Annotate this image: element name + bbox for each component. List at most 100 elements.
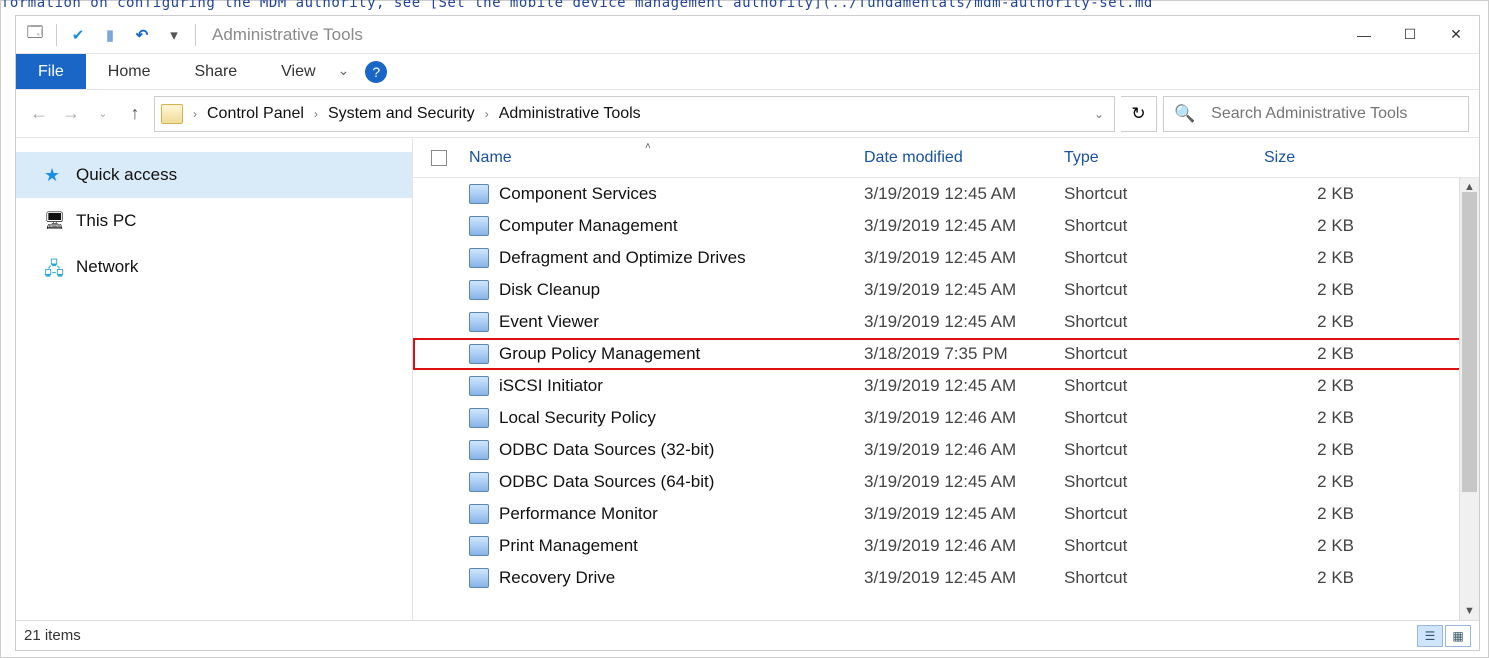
breadcrumb-seg[interactable]: Control Panel: [205, 104, 306, 124]
address-bar-row: ← → ⌄ ↑ › Control Panel › System and Sec…: [16, 90, 1479, 138]
file-name: ODBC Data Sources (64-bit): [499, 472, 864, 492]
tab-view[interactable]: View: [259, 54, 337, 89]
file-name: Computer Management: [499, 216, 864, 236]
file-date: 3/19/2019 12:45 AM: [864, 280, 1064, 300]
file-row[interactable]: ODBC Data Sources (32-bit)3/19/2019 12:4…: [413, 434, 1479, 466]
file-row[interactable]: ODBC Data Sources (64-bit)3/19/2019 12:4…: [413, 466, 1479, 498]
nav-quick-access[interactable]: ★ Quick access: [16, 152, 412, 198]
shortcut-icon: [469, 472, 489, 492]
body: ★ Quick access 🖥 This PC 🖧 Network ˄ Nam…: [16, 138, 1479, 620]
shortcut-icon: [469, 536, 489, 556]
tab-home[interactable]: Home: [86, 54, 173, 89]
location-icon: [161, 104, 183, 124]
back-button[interactable]: ←: [26, 101, 52, 127]
customize-qat-icon[interactable]: ▾: [163, 24, 185, 46]
quick-access-toolbar: 🗔 ✔ ▮ ↶ ▾: [16, 24, 204, 46]
file-row[interactable]: Recovery Drive3/19/2019 12:45 AMShortcut…: [413, 562, 1479, 594]
search-box[interactable]: 🔍: [1163, 96, 1469, 132]
ribbon-tabs: File Home Share View ⌄ ?: [16, 54, 1479, 90]
maximize-button[interactable]: ☐: [1387, 20, 1433, 50]
file-date: 3/19/2019 12:45 AM: [864, 568, 1064, 588]
file-row[interactable]: Computer Management3/19/2019 12:45 AMSho…: [413, 210, 1479, 242]
file-row[interactable]: iSCSI Initiator3/19/2019 12:45 AMShortcu…: [413, 370, 1479, 402]
sort-asc-icon: ˄: [645, 141, 651, 152]
refresh-button[interactable]: ↻: [1121, 96, 1157, 132]
address-bar[interactable]: › Control Panel › System and Security › …: [154, 96, 1115, 132]
file-size: 2 KB: [1264, 280, 1364, 300]
file-type: Shortcut: [1064, 472, 1264, 492]
tab-file[interactable]: File: [16, 54, 86, 89]
chevron-right-icon[interactable]: ›: [189, 107, 201, 121]
scrollbar[interactable]: ▲ ▼: [1459, 178, 1479, 620]
recent-locations-icon[interactable]: ⌄: [90, 101, 116, 127]
column-type[interactable]: Type: [1064, 149, 1264, 167]
file-name: iSCSI Initiator: [499, 376, 864, 396]
column-headers: ˄ Name Date modified Type Size: [413, 138, 1479, 178]
close-button[interactable]: ✕: [1433, 20, 1479, 50]
icons-view-button[interactable]: ▦: [1445, 625, 1471, 647]
file-row[interactable]: Local Security Policy3/19/2019 12:46 AMS…: [413, 402, 1479, 434]
file-date: 3/19/2019 12:46 AM: [864, 408, 1064, 428]
file-row[interactable]: Group Policy Management3/18/2019 7:35 PM…: [413, 338, 1479, 370]
breadcrumb-seg[interactable]: System and Security: [326, 104, 477, 124]
nav-this-pc[interactable]: 🖥 This PC: [16, 198, 412, 244]
expand-ribbon-icon[interactable]: ⌄: [338, 62, 350, 89]
file-size: 2 KB: [1264, 504, 1364, 524]
undo-icon[interactable]: ↶: [131, 24, 153, 46]
file-size: 2 KB: [1264, 344, 1364, 364]
file-name: Performance Monitor: [499, 504, 864, 524]
tab-share[interactable]: Share: [172, 54, 259, 89]
details-view-button[interactable]: ☰: [1417, 625, 1443, 647]
file-row[interactable]: Performance Monitor3/19/2019 12:45 AMSho…: [413, 498, 1479, 530]
file-size: 2 KB: [1264, 440, 1364, 460]
shortcut-icon: [469, 216, 489, 236]
file-type: Shortcut: [1064, 280, 1264, 300]
file-type: Shortcut: [1064, 312, 1264, 332]
file-row[interactable]: Defragment and Optimize Drives3/19/2019 …: [413, 242, 1479, 274]
up-button[interactable]: ↑: [122, 101, 148, 127]
nav-label: Quick access: [76, 165, 177, 185]
file-size: 2 KB: [1264, 536, 1364, 556]
file-size: 2 KB: [1264, 184, 1364, 204]
file-date: 3/19/2019 12:45 AM: [864, 312, 1064, 332]
separator: [56, 24, 57, 46]
file-list: Component Services3/19/2019 12:45 AMShor…: [413, 178, 1479, 620]
scroll-thumb[interactable]: [1462, 192, 1477, 492]
search-input[interactable]: [1209, 104, 1458, 124]
nav-network[interactable]: 🖧 Network: [16, 244, 412, 290]
shortcut-icon: [469, 184, 489, 204]
nav-label: Network: [76, 257, 138, 277]
minimize-button[interactable]: —: [1341, 20, 1387, 50]
file-name: Print Management: [499, 536, 864, 556]
file-row[interactable]: Event Viewer3/19/2019 12:45 AMShortcut2 …: [413, 306, 1479, 338]
breadcrumb-seg[interactable]: Administrative Tools: [497, 104, 643, 124]
status-bar: 21 items ☰ ▦: [16, 620, 1479, 650]
chevron-right-icon[interactable]: ›: [310, 107, 322, 121]
file-name: Defragment and Optimize Drives: [499, 248, 864, 268]
checkmark-icon[interactable]: ✔: [67, 24, 89, 46]
column-name[interactable]: ˄ Name: [469, 149, 864, 167]
shortcut-icon: [469, 440, 489, 460]
file-type: Shortcut: [1064, 504, 1264, 524]
column-size[interactable]: Size: [1264, 149, 1404, 167]
forward-button[interactable]: →: [58, 101, 84, 127]
title-bar: 🗔 ✔ ▮ ↶ ▾ Administrative Tools — ☐ ✕: [16, 16, 1479, 54]
select-all-checkbox[interactable]: [431, 150, 447, 166]
properties-icon[interactable]: 🗔: [24, 24, 46, 46]
shortcut-icon: [469, 280, 489, 300]
file-type: Shortcut: [1064, 408, 1264, 428]
file-row[interactable]: Disk Cleanup3/19/2019 12:45 AMShortcut2 …: [413, 274, 1479, 306]
chevron-down-icon[interactable]: ⌄: [1090, 107, 1108, 121]
file-name: Local Security Policy: [499, 408, 864, 428]
file-row[interactable]: Component Services3/19/2019 12:45 AMShor…: [413, 178, 1479, 210]
background-text: formation on configuring the MDM authori…: [1, 0, 1488, 11]
help-icon[interactable]: ?: [365, 61, 387, 83]
file-date: 3/19/2019 12:46 AM: [864, 536, 1064, 556]
item-count: 21 items: [24, 627, 81, 644]
chevron-right-icon[interactable]: ›: [481, 107, 493, 121]
file-row[interactable]: Print Management3/19/2019 12:46 AMShortc…: [413, 530, 1479, 562]
column-date[interactable]: Date modified: [864, 149, 1064, 167]
view-switcher: ☰ ▦: [1417, 625, 1471, 647]
folder-icon[interactable]: ▮: [99, 24, 121, 46]
scroll-down-icon[interactable]: ▼: [1460, 602, 1479, 620]
